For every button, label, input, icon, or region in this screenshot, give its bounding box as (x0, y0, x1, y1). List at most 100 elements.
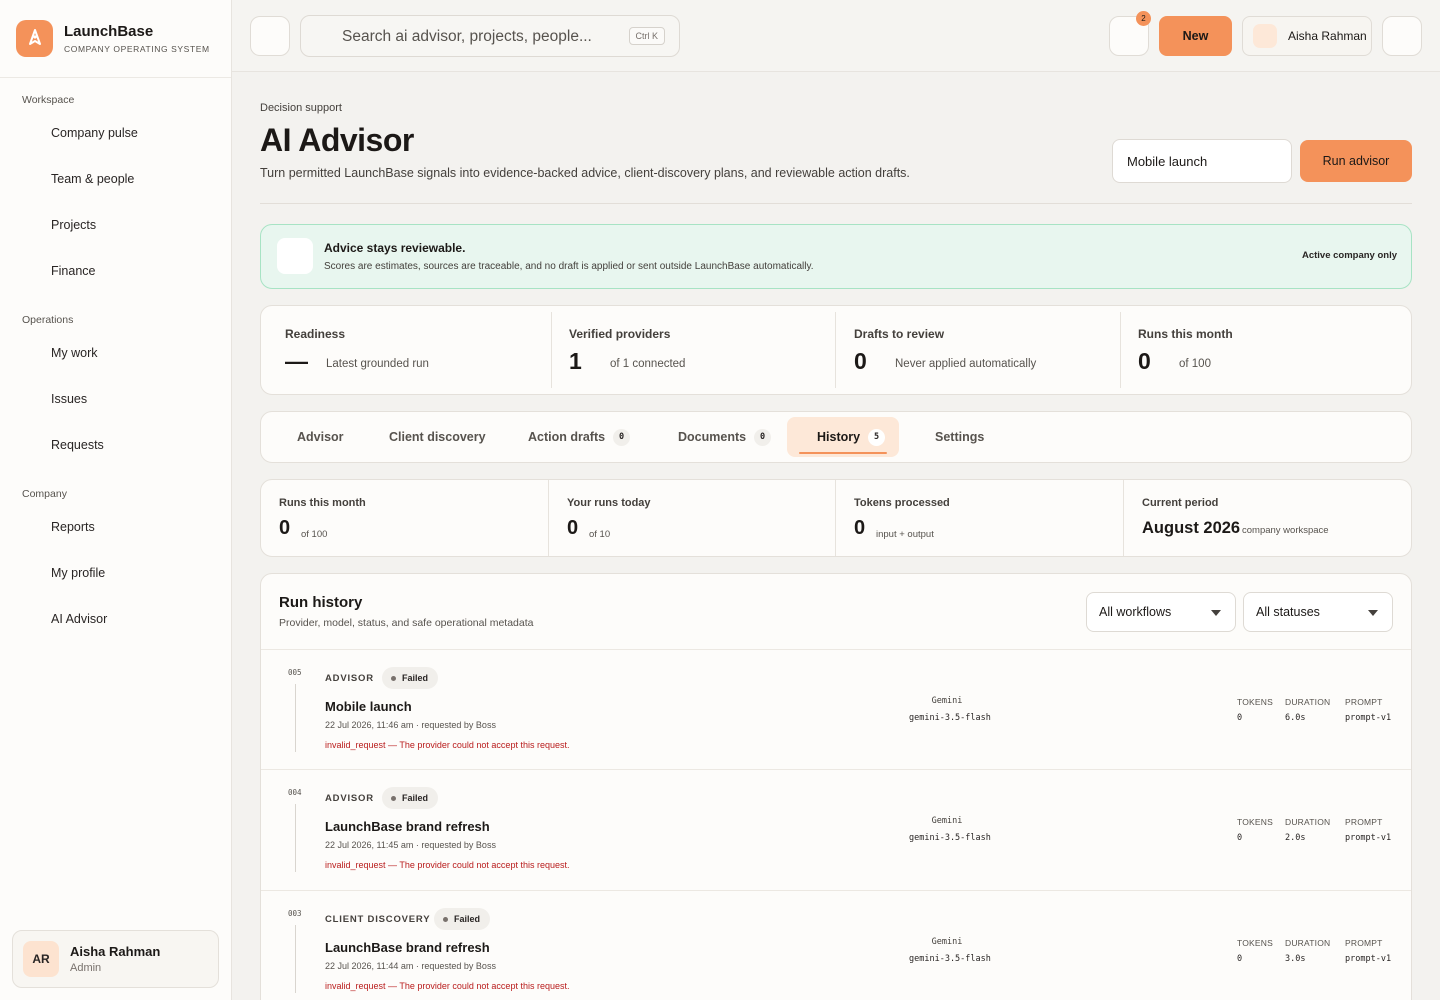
notification-button[interactable]: 2 (1109, 11, 1151, 56)
stat-sub: of 1 connected (610, 358, 686, 370)
tab-advisor[interactable]: Advisor (297, 417, 344, 457)
sidebar-item-my-profile[interactable]: My profile (0, 550, 231, 596)
tab-action-drafts[interactable]: Action drafts 0 (528, 417, 631, 457)
run-row[interactable]: 005 ADVISOR Failed Mobile launch 22 Jul … (261, 649, 1411, 769)
profile-role: Admin (70, 962, 102, 974)
tab-bar: Advisor Client discovery Action drafts 0… (260, 411, 1412, 463)
section-title: Run history (279, 594, 363, 611)
usage-label: Your runs today (567, 497, 651, 509)
run-advisor-button[interactable]: Run advisor (1300, 140, 1412, 182)
tab-active-indicator (799, 452, 887, 454)
sidebar-item-reports[interactable]: Reports (0, 504, 231, 550)
metric-header-tokens: TOKENS (1237, 697, 1273, 707)
tab-label: Client discovery (389, 430, 486, 444)
divider (835, 480, 836, 556)
metric-header-duration: DURATION (1285, 817, 1331, 827)
run-history-card: Run history Provider, model, status, and… (260, 573, 1412, 1000)
select-value: All statuses (1256, 605, 1320, 619)
usage-runs-this-month: Runs this month 0 of 100 (279, 480, 539, 556)
timeline-line (295, 804, 296, 872)
user-avatar (1253, 24, 1277, 48)
metric-duration: 2.0s (1285, 833, 1306, 843)
tab-history[interactable]: History 5 (787, 417, 899, 457)
metric-header-prompt: PROMPT (1345, 817, 1383, 827)
page-title: AI Advisor (260, 122, 414, 158)
usage-value: 0 (567, 517, 579, 539)
run-provider: Gemini (931, 816, 963, 826)
rocket-icon (16, 20, 53, 57)
usage-sub: of 100 (301, 529, 328, 540)
run-workflow: ADVISOR (325, 673, 374, 684)
profile-name: Aisha Rahman (70, 944, 161, 959)
stat-value: 0 (1138, 348, 1151, 374)
run-workflow: ADVISOR (325, 793, 374, 804)
tab-settings[interactable]: Settings (935, 417, 984, 457)
stat-drafts-to-review: Drafts to review 0 Never applied automat… (854, 306, 1114, 392)
run-meta: 22 Jul 2026, 11:44 am · requested by Bos… (325, 961, 496, 971)
sidebar-item-company-pulse[interactable]: Company pulse (0, 110, 231, 156)
sidebar-item-issues[interactable]: Issues (0, 376, 231, 422)
metric-prompt: prompt-v1 (1345, 833, 1392, 843)
divider (835, 312, 836, 388)
tab-client-discovery[interactable]: Client discovery (389, 417, 486, 457)
sidebar-item-team-people[interactable]: Team & people (0, 156, 231, 202)
sidebar-item-finance[interactable]: Finance (0, 248, 231, 294)
sidebar-item-requests[interactable]: Requests (0, 422, 231, 468)
user-menu-button[interactable]: Aisha Rahman (1242, 16, 1372, 56)
run-id: 004 (288, 788, 302, 797)
notice-banner: Advice stays reviewable. Scores are esti… (260, 224, 1412, 289)
sidebar-item-projects[interactable]: Projects (0, 202, 231, 248)
search-input[interactable]: Search ai advisor, projects, people... C… (300, 15, 680, 57)
usage-value: August 2026 (1142, 519, 1241, 537)
run-workflow: CLIENT DISCOVERY (325, 914, 431, 925)
brand[interactable]: LaunchBase COMPANY OPERATING SYSTEM (0, 0, 231, 78)
shield-check-icon (277, 238, 313, 274)
run-model: gemini-3.5-flash (909, 833, 991, 843)
divider (548, 480, 549, 556)
tab-count: 5 (868, 428, 886, 446)
tab-label: Settings (935, 430, 985, 444)
status-filter-select[interactable]: All statuses (1243, 592, 1393, 632)
usage-value: 0 (854, 517, 866, 539)
usage-sub: company workspace (1242, 525, 1329, 536)
brand-tagline: COMPANY OPERATING SYSTEM (64, 44, 210, 54)
stat-label: Runs this month (1138, 327, 1233, 341)
run-row[interactable]: 004 ADVISOR Failed LaunchBase brand refr… (261, 769, 1411, 889)
stat-readiness: Readiness — Latest grounded run (285, 306, 545, 392)
nav-section-company: Company (22, 488, 67, 500)
metric-duration: 3.0s (1285, 954, 1306, 964)
notification-badge: 2 (1136, 11, 1151, 26)
tab-label: Action drafts (528, 430, 606, 444)
user-name: Aisha Rahman (1288, 29, 1367, 43)
divider (1120, 312, 1121, 388)
menu-button[interactable] (250, 16, 290, 56)
run-title: Mobile launch (325, 699, 412, 714)
usage-current-period: Current period August 2026 company works… (1142, 480, 1402, 556)
usage-tokens-processed: Tokens processed 0 input + output (854, 480, 1114, 556)
usage-sub: of 10 (589, 529, 611, 540)
run-error: invalid_request — The provider could not… (325, 981, 570, 991)
metric-prompt: prompt-v1 (1345, 713, 1392, 723)
workflow-input[interactable]: Mobile launch (1112, 139, 1292, 183)
sidebar-item-ai-advisor[interactable]: AI Advisor (0, 596, 231, 642)
stats-card: Readiness — Latest grounded run Verified… (260, 305, 1412, 395)
run-row[interactable]: 003 CLIENT DISCOVERY Failed LaunchBase b… (261, 890, 1411, 1000)
settings-button[interactable] (1382, 16, 1422, 56)
tab-documents[interactable]: Documents 0 (678, 417, 772, 457)
sidebar-item-my-work[interactable]: My work (0, 330, 231, 376)
profile-card[interactable]: AR Aisha Rahman Admin (12, 930, 219, 988)
stat-label: Readiness (285, 327, 346, 341)
stat-value: — (285, 348, 308, 374)
workflow-filter-select[interactable]: All workflows (1086, 592, 1236, 632)
chevron-down-icon (1211, 610, 1221, 616)
tab-label: Documents (678, 430, 747, 444)
run-title: LaunchBase brand refresh (325, 819, 490, 834)
usage-card: Runs this month 0 of 100 Your runs today… (260, 479, 1412, 557)
metric-header-duration: DURATION (1285, 697, 1331, 707)
select-value: All workflows (1099, 605, 1172, 619)
usage-value: 0 (279, 517, 291, 539)
stat-value: 1 (569, 348, 582, 374)
run-provider: Gemini (931, 696, 963, 706)
new-button[interactable]: New (1159, 16, 1232, 56)
run-id: 003 (288, 909, 302, 918)
